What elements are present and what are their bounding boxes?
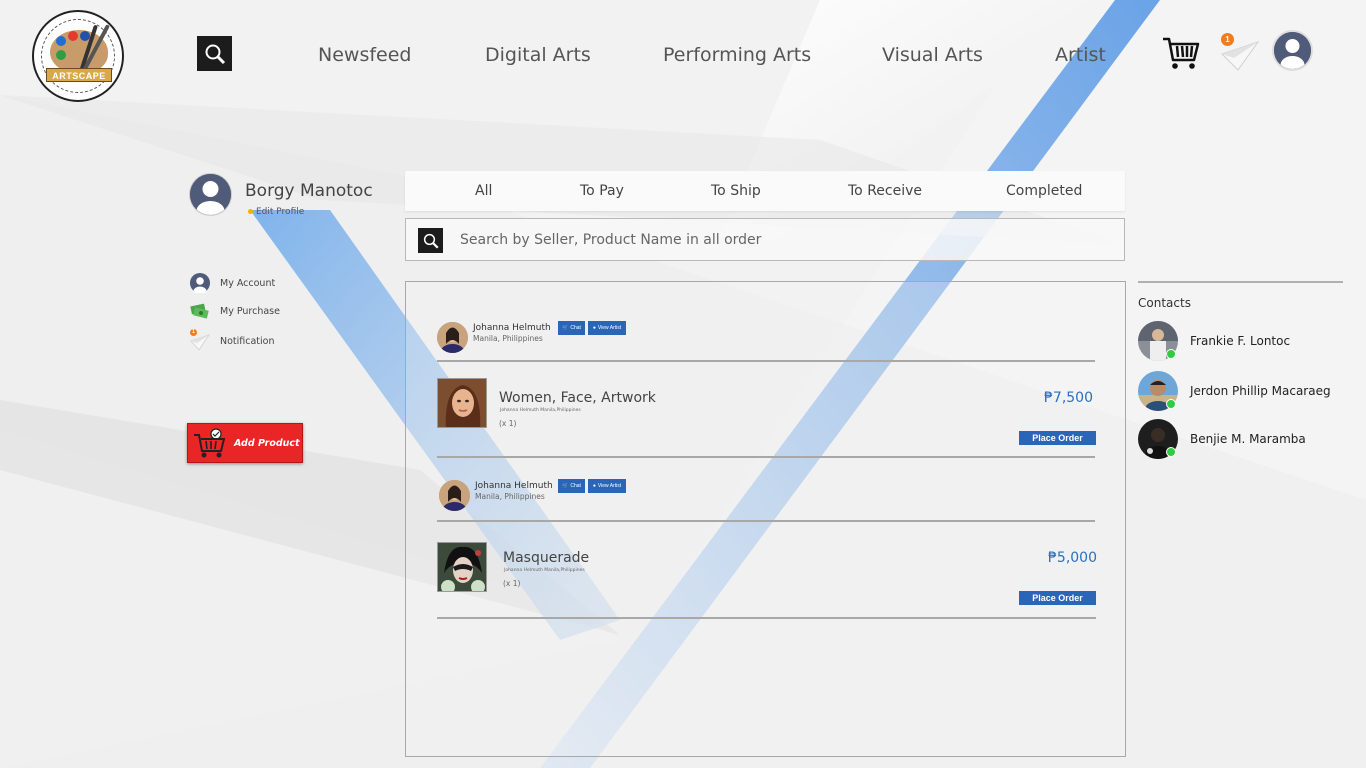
view-artist-button[interactable]: ● View Artist — [588, 321, 626, 335]
divider — [437, 360, 1095, 362]
seller-name[interactable]: Johanna Helmuth — [473, 323, 551, 333]
product-thumbnail[interactable] — [437, 542, 487, 592]
place-order-button[interactable]: Place Order — [1019, 591, 1096, 605]
cart-icon: 🛒 — [562, 483, 569, 489]
paint-dot-green — [56, 50, 66, 60]
sidebar-item-label: Notification — [220, 335, 275, 347]
user-avatar-button[interactable] — [1274, 32, 1311, 69]
edit-profile-link[interactable]: Edit Profile — [248, 207, 304, 217]
cart-button[interactable] — [1162, 36, 1200, 70]
contact-name: Benjie M. Maramba — [1190, 432, 1306, 446]
notification-icon-wrap: 1 — [190, 329, 210, 351]
contact-item[interactable]: Frankie F. Lontoc — [1138, 321, 1348, 361]
shopping-cart-icon — [194, 428, 226, 458]
nav-visual-arts[interactable]: Visual Arts — [882, 44, 983, 66]
product-quantity: (x 1) — [499, 419, 517, 428]
product-price: ₱7,500 — [1044, 390, 1093, 406]
divider — [437, 456, 1095, 458]
edit-profile-label: Edit Profile — [256, 207, 305, 217]
orders-panel: Johanna Helmuth Manila, Philippines 🛒 Cha… — [405, 281, 1126, 757]
place-order-button[interactable]: Place Order — [1019, 431, 1096, 445]
contact-item[interactable]: Jerdon Phillip Macaraeg — [1138, 371, 1348, 411]
sidebar-item-my-purchase[interactable]: My Purchase — [190, 300, 280, 322]
contact-name: Jerdon Phillip Macaraeg — [1190, 384, 1331, 398]
user-icon: ● — [592, 325, 596, 331]
order-status-tabs: All To Pay To Ship To Receive Completed — [405, 171, 1125, 211]
notification-button[interactable]: 1 — [1220, 33, 1260, 72]
portrait-artwork-image — [438, 379, 486, 427]
seller-avatar[interactable] — [437, 322, 468, 353]
tab-to-ship[interactable]: To Ship — [711, 183, 761, 199]
user-icon: ● — [592, 483, 596, 489]
product-thumbnail[interactable] — [437, 378, 487, 428]
contacts-divider — [1138, 281, 1343, 283]
order-search-input[interactable] — [460, 227, 1100, 253]
pencil-icon — [248, 209, 253, 214]
notification-badge: 1 — [190, 329, 197, 336]
view-artist-label: View Artist — [597, 483, 622, 489]
product-seller-info: Johanna Helmuth Manila,Philippines — [504, 568, 585, 573]
product-name[interactable]: Masquerade — [503, 550, 589, 566]
money-icon — [190, 303, 209, 319]
divider — [437, 520, 1095, 522]
logo-wordmark: ARTSCAPE — [46, 68, 112, 82]
chat-button[interactable]: 🛒 Chat — [558, 321, 585, 335]
cart-icon: 🛒 — [562, 325, 569, 331]
product-name[interactable]: Women, Face, Artwork — [499, 390, 656, 406]
seller-name[interactable]: Johanna Helmuth — [475, 481, 553, 491]
chat-label: Chat — [570, 483, 581, 489]
shopping-cart-icon — [1163, 37, 1200, 69]
nav-digital-arts[interactable]: Digital Arts — [485, 44, 591, 66]
seller-location: Manila, Philippines — [475, 492, 545, 501]
chat-label: Chat — [570, 325, 581, 331]
masquerade-artwork-image — [438, 543, 486, 591]
product-seller-info: Johanna Helmuth Manila,Philippines — [500, 408, 581, 413]
sidebar-item-label: My Account — [220, 277, 276, 289]
paint-dot-red — [68, 31, 78, 41]
search-icon — [423, 233, 439, 249]
view-artist-button[interactable]: ● View Artist — [588, 479, 626, 493]
add-product-button[interactable]: Add Product — [187, 423, 303, 463]
profile-name: Borgy Manotoc — [245, 181, 373, 201]
artscape-logo[interactable]: ARTSCAPE — [32, 10, 124, 102]
profile-avatar[interactable] — [190, 174, 231, 215]
user-icon — [190, 273, 210, 293]
product-quantity: (x 1) — [503, 579, 521, 588]
nav-performing-arts[interactable]: Performing Arts — [663, 44, 811, 66]
search-icon — [205, 44, 225, 64]
tab-to-receive[interactable]: To Receive — [848, 183, 922, 199]
contacts-title: Contacts — [1138, 296, 1191, 310]
seller-avatar[interactable] — [439, 480, 470, 511]
seller-photo-icon — [439, 480, 470, 511]
chat-button[interactable]: 🛒 Chat — [558, 479, 585, 493]
nav-newsfeed[interactable]: Newsfeed — [318, 44, 411, 66]
order-search-bar — [405, 218, 1125, 261]
header-search-button[interactable] — [197, 36, 232, 71]
sidebar-item-label: My Purchase — [220, 305, 280, 317]
user-icon — [1274, 32, 1311, 69]
user-icon — [190, 174, 231, 215]
product-price: ₱5,000 — [1048, 550, 1097, 566]
add-product-label: Add Product — [234, 437, 300, 449]
notification-badge: 1 — [1221, 33, 1234, 46]
contact-name: Frankie F. Lontoc — [1190, 334, 1291, 348]
seller-photo-icon — [437, 322, 468, 353]
view-artist-label: View Artist — [597, 325, 622, 331]
paint-dot-blue — [56, 36, 66, 46]
tab-to-pay[interactable]: To Pay — [580, 183, 624, 199]
contact-item[interactable]: Benjie M. Maramba — [1138, 419, 1348, 459]
order-search-button[interactable] — [418, 228, 443, 253]
nav-artist[interactable]: Artist — [1055, 44, 1106, 66]
sidebar-item-notification[interactable]: 1 Notification — [190, 329, 275, 352]
sidebar-item-my-account[interactable]: My Account — [190, 272, 275, 294]
divider — [437, 617, 1096, 619]
online-status-dot — [1166, 399, 1176, 409]
tab-completed[interactable]: Completed — [1006, 183, 1082, 199]
tab-all[interactable]: All — [475, 183, 492, 199]
online-status-dot — [1166, 349, 1176, 359]
seller-location: Manila, Philippines — [473, 334, 543, 343]
online-status-dot — [1166, 447, 1176, 457]
